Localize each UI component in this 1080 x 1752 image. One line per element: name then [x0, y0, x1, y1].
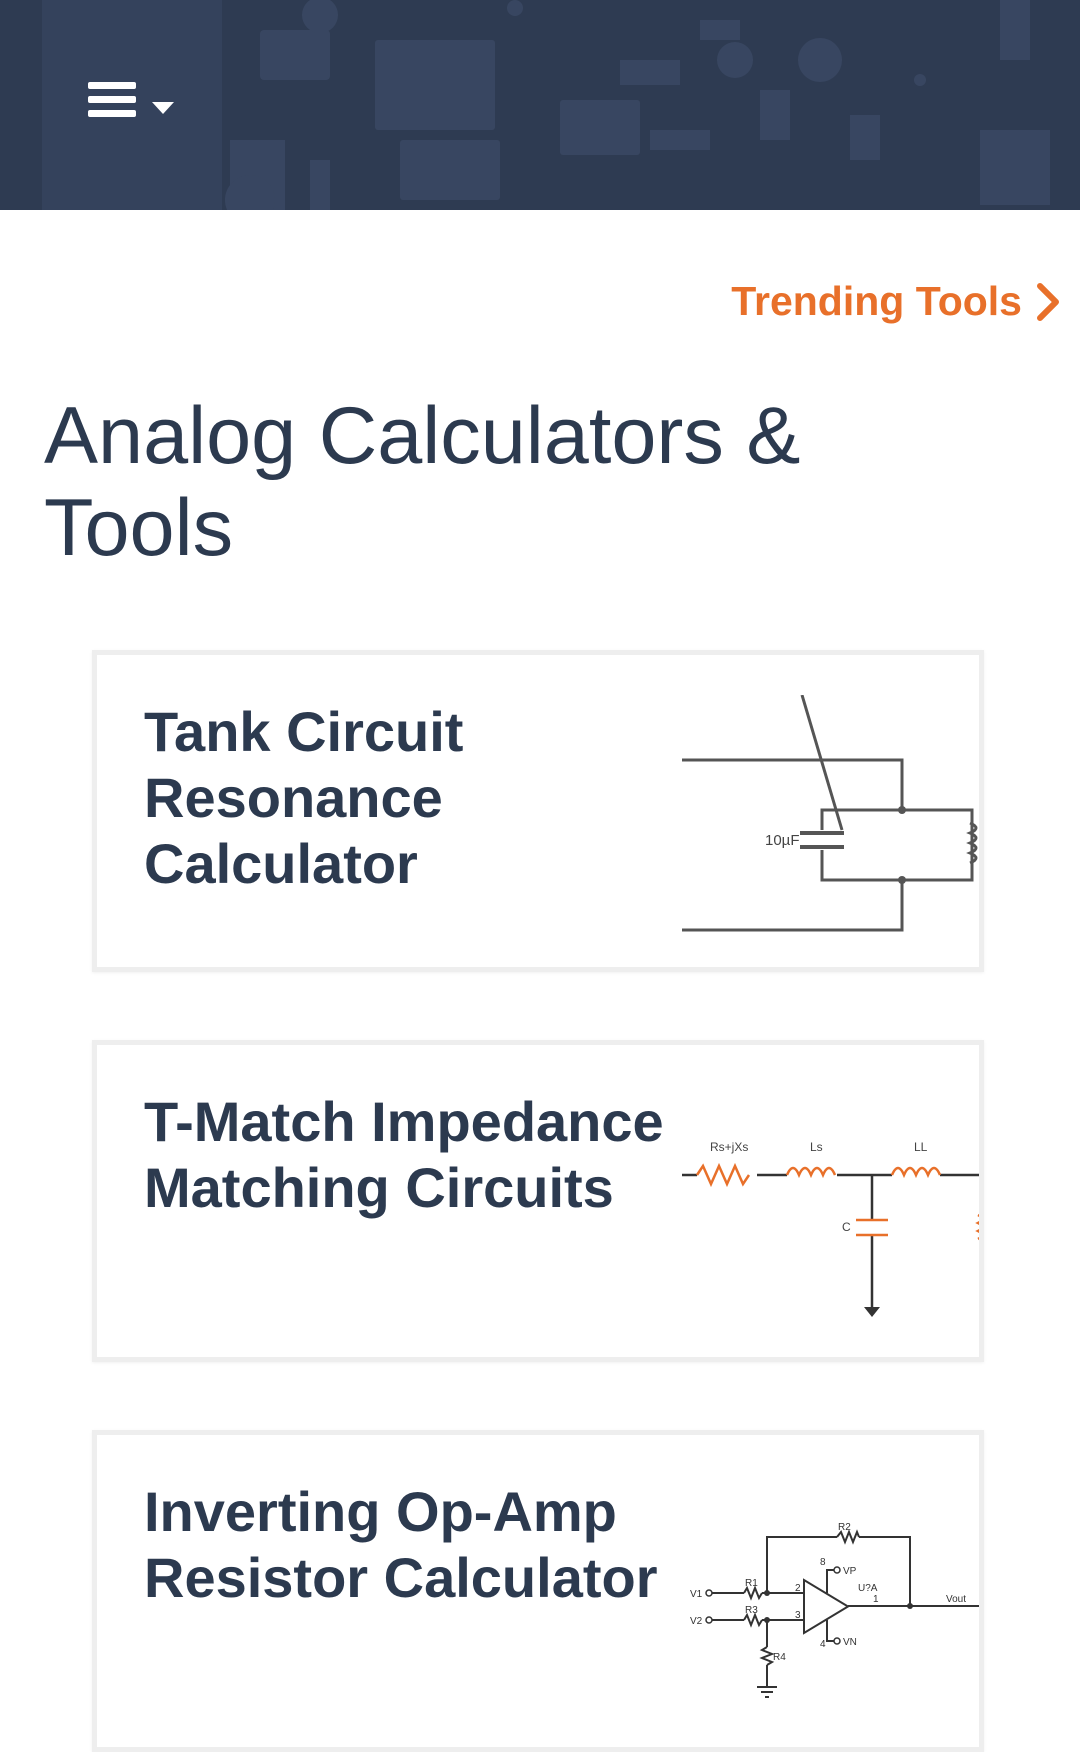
menu-dropdown-button[interactable]	[86, 78, 186, 134]
r4-label: R4	[773, 1652, 786, 1663]
u1a-label: U?A	[858, 1583, 878, 1594]
card-title: T-Match Impedance Matching Circuits	[144, 1090, 664, 1219]
pin1-label: 1	[873, 1594, 879, 1605]
hamburger-menu-icon	[88, 82, 136, 117]
t-match-schematic: Rs+jXs Ls LL C	[682, 1085, 979, 1325]
tool-card-t-match[interactable]: T-Match Impedance Matching Circuits Rs+j…	[92, 1040, 984, 1362]
inverting-opamp-schematic: R2 R1 R3 R4 V1 V2 VP VN U?A Vout 8 2 3 4…	[682, 1475, 979, 1715]
tank-circuit-schematic: 10µF	[682, 695, 979, 935]
header-banner	[0, 0, 1080, 210]
card-title: Tank Circuit Resonance Calculator	[144, 700, 464, 895]
trending-tools-link[interactable]: Trending Tools	[731, 278, 1060, 325]
ls-label: Ls	[810, 1140, 823, 1154]
source-impedance-label: Rs+jXs	[710, 1140, 748, 1154]
tool-card-inverting-opamp[interactable]: Inverting Op-Amp Resistor Calculator R2 …	[92, 1430, 984, 1752]
c-label: C	[842, 1220, 851, 1234]
r1-label: R1	[745, 1578, 758, 1589]
vp-label: VP	[843, 1566, 857, 1577]
card-title: Inverting Op-Amp Resistor Calculator	[144, 1480, 658, 1609]
page-title: Analog Calculators & Tools	[44, 391, 801, 573]
capacitor-label: 10µF	[765, 832, 800, 849]
v2-label: V2	[690, 1616, 703, 1627]
trending-tools-label: Trending Tools	[731, 278, 1022, 324]
vout-label: Vout	[946, 1594, 966, 1605]
ll-label: LL	[914, 1140, 928, 1154]
pin4-label: 4	[820, 1639, 826, 1650]
tool-card-tank-circuit[interactable]: Tank Circuit Resonance Calculator 10µF	[92, 650, 984, 972]
pin2-label: 2	[795, 1583, 801, 1594]
r2-label: R2	[838, 1522, 851, 1533]
pin3-label: 3	[795, 1610, 801, 1621]
r3-label: R3	[745, 1605, 758, 1616]
chevron-right-icon	[1037, 282, 1059, 321]
v1-label: V1	[690, 1589, 703, 1600]
pin8-label: 8	[820, 1557, 826, 1568]
vn-label: VN	[843, 1637, 857, 1648]
caret-down-icon	[152, 102, 174, 114]
